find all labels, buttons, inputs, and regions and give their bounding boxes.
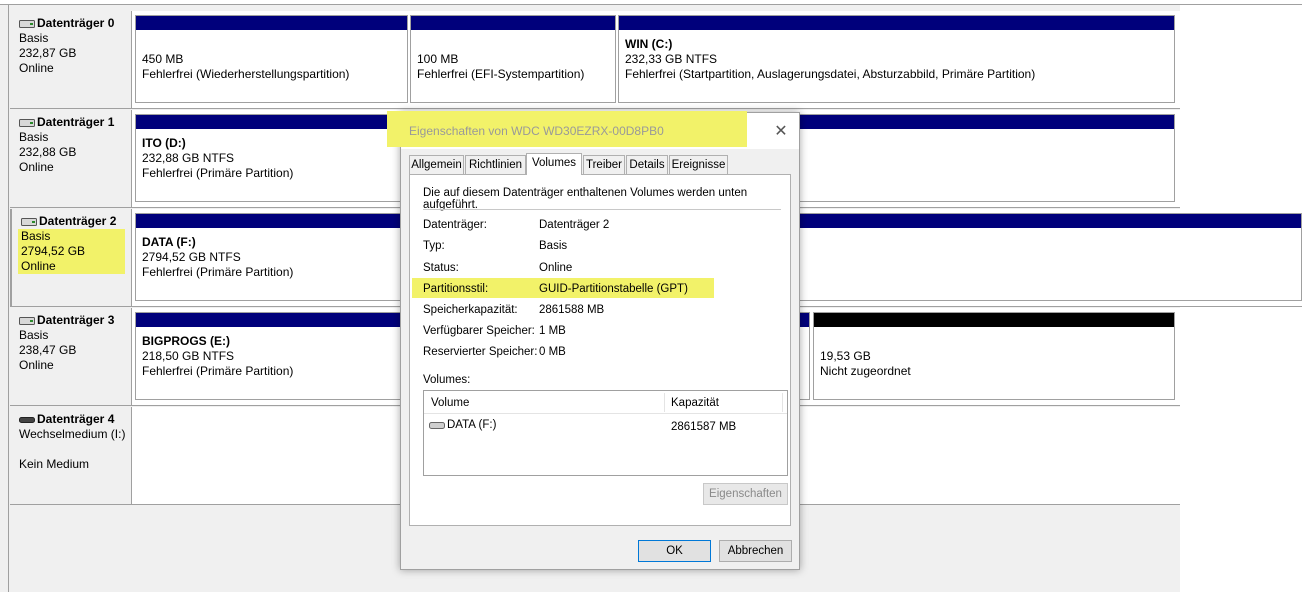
volumes-label: Volumes: [423, 374, 471, 386]
disk-icon [19, 19, 35, 28]
disk-type: Basis [19, 130, 49, 144]
prop-label-disk: Datenträger: [423, 219, 487, 231]
disk-type: Basis [19, 31, 49, 45]
prop-value-reserved: 0 MB [539, 346, 566, 358]
column-header-capacity[interactable]: Kapazität [671, 397, 719, 409]
tab-treiber[interactable]: Treiber [583, 155, 625, 174]
partition-efi[interactable]: 100 MB Fehlerfrei (EFI-Systempartition) [410, 15, 616, 103]
dialog-title: Eigenschaften von WDC WD30EZRX-00D8PB0 [409, 124, 664, 138]
cancel-button[interactable]: Abbrechen [719, 540, 792, 562]
disk-status: Online [19, 160, 54, 174]
partition-size: 100 MB [417, 52, 459, 66]
column-divider [782, 393, 783, 412]
prop-value-available: 1 MB [539, 325, 566, 337]
prop-label-partition-style: Partitionsstil: [423, 283, 489, 295]
properties-button[interactable]: Eigenschaften [703, 483, 788, 505]
prop-label-available: Verfügbarer Speicher: [423, 325, 535, 337]
disk-size: 2794,52 GB [21, 244, 86, 258]
prop-value-type: Basis [539, 240, 568, 252]
disk-name: Datenträger 0 [37, 16, 115, 30]
partition-name: WIN (C:) [625, 37, 673, 51]
tab-volumes[interactable]: Volumes [526, 153, 582, 175]
disk-name: Datenträger 2 [39, 214, 117, 228]
partition-bar [136, 16, 407, 30]
disk-0-label[interactable]: Datenträger 0 Basis 232,87 GB Online [10, 11, 132, 109]
disk-status: Kein Medium [19, 457, 90, 471]
partition-status: Fehlerfrei (Wiederherstellungspartition) [142, 67, 350, 81]
prop-label-capacity: Speicherkapazität: [423, 304, 518, 316]
prop-value-status: Online [539, 262, 573, 274]
tab-details[interactable]: Details [626, 155, 668, 174]
volumes-list[interactable]: Volume Kapazität DATA (F:) 2861587 MB [423, 390, 788, 476]
tab-richtlinien[interactable]: Richtlinien [465, 155, 526, 174]
partition-bar [619, 16, 1174, 30]
disk-status: Online [19, 61, 54, 75]
prop-label-type: Typ: [423, 240, 445, 252]
prop-value-partition-style: GUID-Partitionstabelle (GPT) [539, 283, 688, 295]
separator [423, 209, 781, 210]
disk-icon [19, 118, 35, 127]
partition-size: 450 MB [142, 52, 184, 66]
partition-recovery[interactable]: 450 MB Fehlerfrei (Wiederherstellungspart… [135, 15, 408, 103]
drive-icon [429, 421, 445, 429]
disk-type: Basis [21, 229, 51, 243]
partition-win-c[interactable]: WIN (C:) 232,33 GB NTFS Fehlerfrei (Startp… [618, 15, 1175, 103]
prop-label-reserved: Reservierter Speicher: [423, 346, 538, 358]
partition-bar [814, 313, 1174, 327]
panel-description: Die auf diesem Datenträger enthaltenen V… [423, 187, 748, 211]
disk-3-label[interactable]: Datenträger 3 Basis 238,47 GB Online [10, 308, 132, 406]
partition-size: 19,53 GB [820, 349, 871, 363]
prop-value-capacity: 2861588 MB [539, 304, 605, 316]
disk-size: 232,87 GB [19, 46, 77, 60]
disk-size: 232,88 GB [19, 145, 77, 159]
disk-status: Online [21, 259, 56, 273]
disk-size [19, 442, 131, 457]
list-header: Volume Kapazität [424, 391, 787, 414]
disk-name: Datenträger 3 [37, 313, 115, 327]
disk-properties-dialog: Eigenschaften von WDC WD30EZRX-00D8PB0 ✕… [387, 111, 800, 570]
disk-status: Online [19, 358, 54, 372]
ok-button[interactable]: OK [638, 540, 711, 562]
disk-1-label[interactable]: Datenträger 1 Basis 232,88 GB Online [10, 110, 132, 208]
close-icon[interactable]: ✕ [771, 121, 791, 141]
top-border [0, 0, 1302, 5]
volume-capacity: 2861587 MB [671, 421, 737, 433]
tab-allgemein[interactable]: Allgemein [409, 155, 464, 174]
disk-info-highlight: Basis 2794,52 GB Online [18, 229, 125, 274]
disk-name: Datenträger 1 [37, 115, 115, 129]
partition-status: Nicht zugeordnet [820, 364, 911, 378]
partition-size: 232,33 GB NTFS [625, 52, 718, 66]
volume-name: DATA (F:) [447, 419, 497, 431]
partition-status: Fehlerfrei (Startpartition, Auslagerungs… [625, 67, 1036, 81]
partition-status: Fehlerfrei (EFI-Systempartition) [417, 67, 585, 81]
removable-disk-icon [19, 416, 35, 423]
disk-2-label[interactable]: Datenträger 2 Basis 2794,52 GB Online [10, 209, 132, 307]
column-divider [664, 393, 665, 412]
disk-icon [21, 217, 37, 226]
left-border [0, 5, 9, 592]
column-header-volume[interactable]: Volume [431, 397, 469, 409]
partition-bar [411, 16, 615, 30]
list-item[interactable]: DATA (F:) [429, 419, 496, 431]
disk-size: 238,47 GB [19, 343, 77, 357]
disk-type: Basis [19, 328, 49, 342]
disk-4-label[interactable]: Datenträger 4 Wechselmedium (I:) Kein Me… [10, 407, 132, 505]
prop-value-disk: Datenträger 2 [539, 219, 610, 231]
volumes-panel: Die auf diesem Datenträger enthaltenen V… [409, 174, 791, 526]
disk-icon [19, 316, 35, 325]
partition-unallocated[interactable]: 19,53 GB Nicht zugeordnet [813, 312, 1175, 400]
disk-name: Datenträger 4 [37, 412, 115, 426]
disk-type: Wechselmedium (I:) [19, 427, 126, 441]
prop-label-status: Status: [423, 262, 459, 274]
dialog-titlebar[interactable]: Eigenschaften von WDC WD30EZRX-00D8PB0 ✕ [387, 111, 799, 149]
tab-ereignisse[interactable]: Ereignisse [669, 155, 728, 174]
